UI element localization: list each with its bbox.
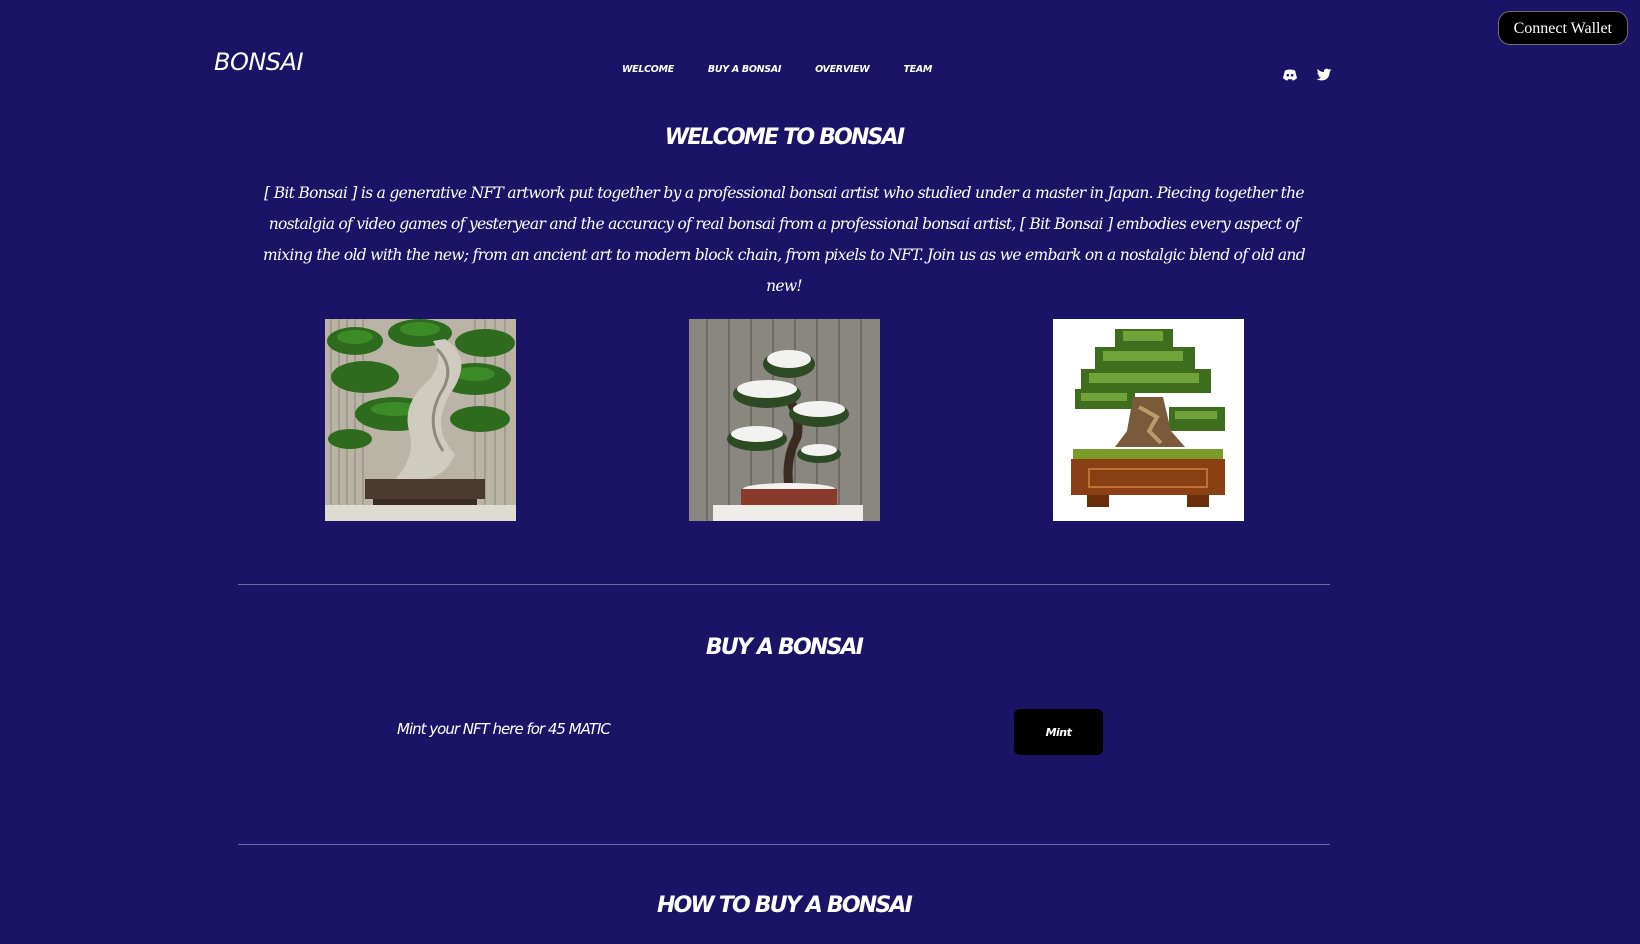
bonsai-photo-driftwood xyxy=(325,319,516,521)
mint-description: Mint your NFT here for 45 MATIC xyxy=(397,720,611,738)
bonsai-pixel-art xyxy=(1053,319,1244,521)
nav-item-overview[interactable]: OVERVIEW xyxy=(815,64,870,75)
page: Connect Wallet BONSAI WELCOME BUY A BONS… xyxy=(0,0,1640,944)
welcome-title: WELCOME TO BONSAI xyxy=(664,125,905,150)
nav-item-welcome[interactable]: WELCOME xyxy=(622,64,674,75)
buy-title: BUY A BONSAI xyxy=(705,635,864,660)
nav-item-buy-a-bonsai[interactable]: BUY A BONSAI xyxy=(708,64,782,75)
main-nav: WELCOME BUY A BONSAI OVERVIEW TEAM xyxy=(622,64,932,75)
how-to-title: HOW TO BUY A BONSAI xyxy=(656,893,913,918)
bonsai-photo-snow xyxy=(689,319,880,521)
discord-icon[interactable] xyxy=(1282,67,1298,81)
nav-item-team[interactable]: TEAM xyxy=(903,64,932,75)
section-divider xyxy=(238,584,1330,585)
section-divider xyxy=(238,844,1330,845)
welcome-description: [ Bit Bonsai ] is a generative NFT artwo… xyxy=(263,184,1306,295)
connect-wallet-button[interactable]: Connect Wallet xyxy=(1497,11,1628,45)
mint-button[interactable]: Mint xyxy=(1014,709,1103,755)
twitter-icon[interactable] xyxy=(1316,67,1332,81)
site-logo[interactable]: BONSAI xyxy=(214,48,304,76)
